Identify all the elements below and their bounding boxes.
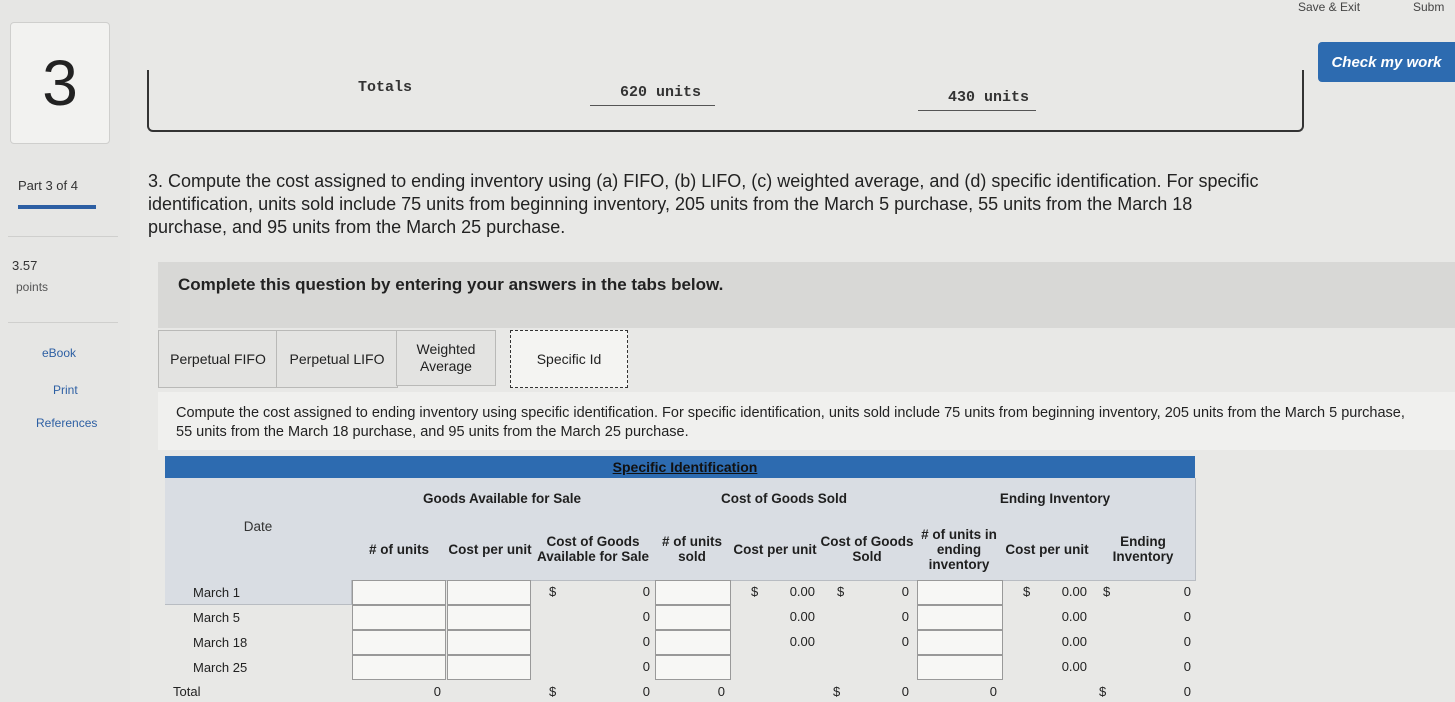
points-value: 3.57 [12, 258, 38, 273]
header-ending-inventory: Ending Inventory [999, 490, 1111, 506]
references-link[interactable]: References [36, 416, 97, 430]
question-rail: 3 Part 3 of 4 3.57 points eBook Print Re… [0, 0, 130, 702]
units-input[interactable] [352, 655, 446, 680]
header-cogs-group: Cost of Goods Sold [721, 490, 847, 506]
ending-cost-per-unit-value: 0.00 [1061, 609, 1087, 624]
save-exit-link[interactable]: Save & Exit [1298, 0, 1360, 14]
instruction-band [158, 262, 1455, 328]
units-sold-input[interactable] [655, 605, 731, 630]
cogs-cost-per-unit-value: 0.00 [789, 609, 815, 624]
check-my-work-button[interactable]: Check my work [1318, 42, 1455, 82]
divider [8, 322, 118, 323]
currency-symbol: $ [751, 584, 759, 599]
header-goods-available: Goods Available for Sale [422, 490, 582, 506]
row-date: March 18 [193, 635, 248, 650]
total-cgafs: 0 [642, 684, 650, 699]
currency-symbol: $ [1099, 684, 1107, 699]
units-input[interactable] [352, 605, 446, 630]
underline [918, 110, 1036, 111]
ending-cost-per-unit-value: 0.00 [1061, 584, 1087, 599]
cogs-value: 0 [901, 634, 909, 649]
currency-symbol: $ [549, 684, 557, 699]
part-indicator: Part 3 of 4 [18, 178, 78, 193]
ending-inventory-value: 0 [1183, 634, 1191, 649]
currency-symbol: $ [549, 584, 557, 599]
header-ending-cost-per-unit: Cost per unit [1005, 541, 1089, 557]
cgafs-value: 0 [642, 584, 650, 599]
units-sold-input[interactable] [655, 630, 731, 655]
ending-inventory-value: 0 [1183, 584, 1191, 599]
header-cogs-cost-per-unit: Cost per unit [733, 541, 817, 557]
answer-tabs: Perpetual FIFO Perpetual LIFO Weighted A… [158, 330, 658, 390]
cogs-cost-per-unit-value: 0.00 [789, 584, 815, 599]
header-units: # of units [369, 541, 429, 557]
total-units-sold: 0 [717, 684, 725, 699]
tab-perpetual-fifo[interactable]: Perpetual FIFO [158, 330, 278, 388]
print-link[interactable]: Print [53, 383, 78, 397]
units-sold-input[interactable] [655, 655, 731, 680]
header-ending-inventory-value: Ending Inventory [1112, 534, 1174, 564]
header-cost-goods-sold: Cost of Goods Sold [820, 534, 914, 564]
header-cost-per-unit: Cost per unit [448, 541, 532, 557]
cogs-cost-per-unit-value: 0.00 [789, 634, 815, 649]
tab-weighted-average[interactable]: Weighted Average [396, 330, 496, 386]
ending-inventory-value: 0 [1183, 609, 1191, 624]
ending-units-input[interactable] [917, 605, 1003, 630]
header-units-sold: # of units sold [662, 534, 722, 564]
question-text: 3. Compute the cost assigned to ending i… [148, 171, 1259, 237]
total-ending-units: 0 [989, 684, 997, 699]
cgafs-value: 0 [642, 634, 650, 649]
tab-specific-id[interactable]: Specific Id [510, 330, 628, 388]
total-units-sold: 430 units [948, 89, 1030, 106]
divider [8, 236, 118, 237]
ending-cost-per-unit-value: 0.00 [1061, 634, 1087, 649]
tab-perpetual-lifo[interactable]: Perpetual LIFO [276, 330, 398, 388]
units-input[interactable] [352, 580, 446, 605]
row-date: March 5 [193, 610, 240, 625]
cgafs-value: 0 [642, 659, 650, 674]
cost-per-unit-input[interactable] [447, 580, 531, 605]
instruction-text: Complete this question by entering your … [178, 275, 724, 294]
total-label: Total [173, 684, 201, 699]
points-label: points [16, 280, 49, 294]
cogs-value: 0 [901, 609, 909, 624]
header-cost-goods-available: Cost of Goods Available for Sale [536, 534, 650, 564]
row-date: March 1 [193, 585, 240, 600]
total-units-available: 620 units [620, 84, 702, 101]
ending-units-input[interactable] [917, 630, 1003, 655]
cost-per-unit-input[interactable] [447, 605, 531, 630]
part-progress-bar [18, 205, 96, 209]
currency-symbol: $ [1103, 584, 1111, 599]
ending-cost-per-unit-value: 0.00 [1061, 659, 1087, 674]
row-date: March 25 [193, 660, 248, 675]
ending-units-input[interactable] [917, 655, 1003, 680]
totals-bracket [147, 70, 1304, 132]
currency-symbol: $ [833, 684, 841, 699]
currency-symbol: $ [837, 584, 845, 599]
submit-link[interactable]: Subm [1413, 0, 1444, 14]
total-ending-inventory: 0 [1183, 684, 1191, 699]
ending-inventory-value: 0 [1183, 659, 1191, 674]
underline [590, 105, 715, 106]
units-input[interactable] [352, 630, 446, 655]
table-title: Specific Identification [612, 459, 758, 475]
total-cogs: 0 [901, 684, 909, 699]
question-number: 3 [10, 22, 110, 144]
units-sold-input[interactable] [655, 580, 731, 605]
cost-per-unit-input[interactable] [447, 655, 531, 680]
ebook-link[interactable]: eBook [42, 346, 76, 360]
currency-symbol: $ [1023, 584, 1031, 599]
subquestion-text: Compute the cost assigned to ending inve… [176, 405, 1405, 440]
cgafs-value: 0 [642, 609, 650, 624]
total-units: 0 [433, 684, 441, 699]
header-date: Date [243, 518, 273, 534]
ending-units-input[interactable] [917, 580, 1003, 605]
cogs-value: 0 [901, 584, 909, 599]
cost-per-unit-input[interactable] [447, 630, 531, 655]
specific-identification-table: Specific Identification Date Goods Avail… [165, 456, 1196, 702]
totals-label: Totals [358, 79, 413, 96]
header-ending-units: # of units in ending inventory [921, 526, 997, 572]
